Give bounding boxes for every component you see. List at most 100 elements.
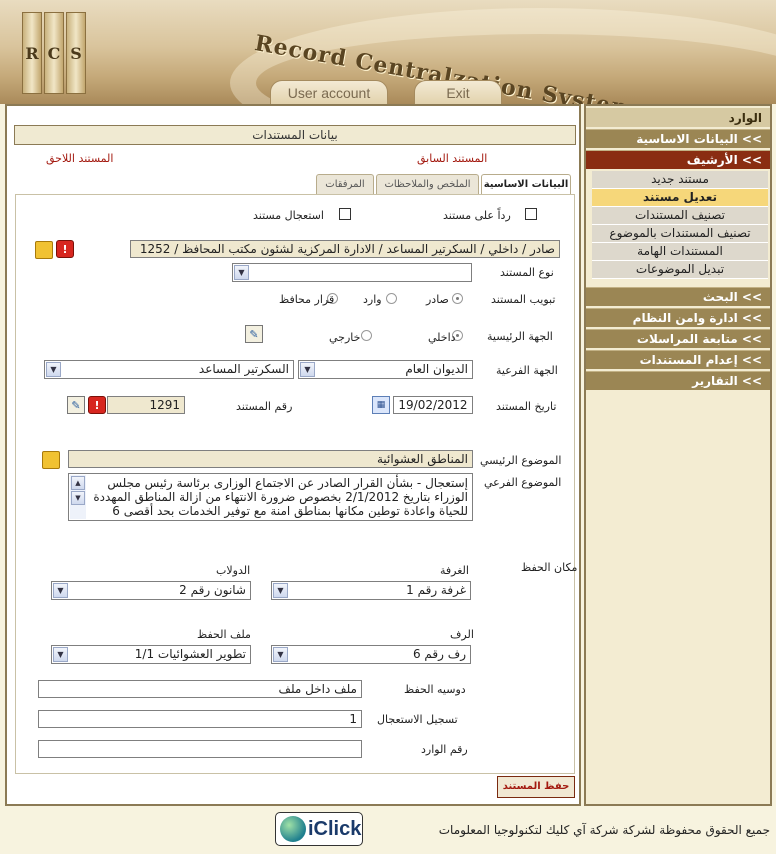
user-account-button[interactable]: User account (270, 80, 388, 104)
doc-type-select[interactable]: ▼ (232, 263, 472, 282)
sidebar-subitem-new-document[interactable]: مستند جديد (592, 171, 768, 189)
shelf-label: الرف (450, 628, 474, 641)
sidebar-item-search[interactable]: >> البحث (586, 287, 770, 306)
radio-outgoing[interactable] (452, 293, 463, 304)
folder-icon[interactable] (35, 241, 53, 259)
sub-entity-label: الجهة الفرعية (496, 364, 558, 377)
sidebar-item-system-admin[interactable]: >> ادارة وامن النظام (586, 308, 770, 327)
sub-subject-textarea[interactable]: إستعجال - بشأن القرار الصادر عن الاجتماع… (68, 473, 473, 521)
folder-desc-label: دوسيه الحفظ (404, 683, 466, 696)
storage-place-label: مكان الحفظ (521, 561, 578, 574)
alert-icon[interactable]: ! (88, 396, 106, 414)
sub-subject-line: الوزراء بتاريخ 2/1/2012 بخصوص ضرورة الان… (93, 490, 468, 504)
sidebar-item-inbox[interactable]: الوارد (586, 108, 770, 127)
chevron-down-icon[interactable]: ▼ (234, 265, 249, 280)
sidebar-item-basic-data[interactable]: >> البيانات الاساسية (586, 129, 770, 148)
logo-letter: R (22, 12, 42, 94)
sidebar-subitem-classify-by-subject[interactable]: تصنيف المستندات بالموضوع (592, 225, 768, 243)
radio-governor-decision-label: قرار محافظ (279, 293, 335, 306)
doc-date-input[interactable]: 19/02/2012 (393, 396, 473, 414)
scroll-up-icon[interactable]: ▲ (71, 476, 85, 490)
chevron-down-icon[interactable]: ▼ (53, 583, 68, 598)
sidebar-item-correspondence[interactable]: >> متابعة المراسلات (586, 329, 770, 348)
calendar-icon[interactable]: ▦ (372, 396, 390, 414)
sub-entity-2-value: السكرتير المساعد (198, 362, 289, 376)
sub-subject-label: الموضوع الفرعي (484, 476, 562, 489)
doc-number-label: رقم المستند (236, 400, 293, 413)
sub-subject-line: للحياة واعادة توطين مكانها بمناطق امنة م… (112, 504, 468, 518)
edit-icon[interactable]: ✎ (67, 396, 85, 414)
doc-number-field: 1291 (107, 396, 185, 414)
scroll-down-icon[interactable]: ▼ (71, 491, 85, 505)
reply-label: رداً على مستند (443, 209, 511, 222)
logo-text: iClick (308, 817, 362, 840)
sidebar-subitem-swap-subjects[interactable]: تبديل الموضوعات (592, 261, 768, 279)
room-value: غرفة رقم 1 (406, 583, 466, 597)
cabinet-value: شانون رقم 2 (179, 583, 246, 597)
radio-external-label: خارجي (329, 331, 361, 344)
save-document-button[interactable]: حفظ المستند (497, 776, 575, 798)
logo-letter: C (44, 12, 64, 94)
folder-icon[interactable] (42, 451, 60, 469)
reply-checkbox[interactable] (525, 208, 537, 220)
chevron-down-icon[interactable]: ▼ (273, 583, 288, 598)
urgent-label: استعجال مستند (253, 209, 324, 222)
doc-type-label: نوع المستند (500, 266, 554, 279)
copyright-text: جميع الحقوق محفوظة لشركة شركة آي كليك لت… (438, 823, 770, 837)
cabinet-select[interactable]: شانون رقم 2 ▼ (51, 581, 251, 600)
textarea-scrollbar[interactable]: ▲ ▼ (70, 475, 86, 519)
tab-basic-data[interactable]: البيانات الاساسية (481, 174, 571, 195)
page-title: بيانات المستندات (14, 125, 576, 145)
radio-internal-label: داخلي (428, 331, 456, 344)
sidebar-subitem-important-documents[interactable]: المستندات الهامة (592, 243, 768, 261)
shelf-value: رف رقم 6 (412, 647, 466, 661)
document-path-field: صادر / داخلي / السكرتير المساعد / الادار… (130, 240, 560, 258)
sidebar-subitem-classify-documents[interactable]: تصنيف المستندات (592, 207, 768, 225)
main-subject-label: الموضوع الرئيسي (480, 454, 562, 467)
prev-document-link[interactable]: المستند السابق (417, 152, 487, 165)
radio-incoming[interactable] (386, 293, 397, 304)
shelf-select[interactable]: رف رقم 6 ▼ (271, 645, 471, 664)
sub-entity-select-1[interactable]: الديوان العام ▼ (298, 360, 473, 379)
edit-icon[interactable]: ✎ (245, 325, 263, 343)
tab-attachments[interactable]: المرفقات (316, 174, 374, 194)
chevron-down-icon[interactable]: ▼ (273, 647, 288, 662)
chevron-down-icon[interactable]: ▼ (300, 362, 315, 377)
room-label: الغرفة (440, 564, 469, 577)
sidebar-item-reports[interactable]: >> التقارير (586, 371, 770, 390)
radio-external[interactable] (361, 330, 372, 341)
sub-entity-1-value: الديوان العام (405, 362, 468, 376)
iclick-logo: iClick (275, 812, 363, 846)
rcs-logo: R C S (22, 12, 90, 94)
alert-icon[interactable]: ! (56, 240, 74, 258)
chevron-down-icon[interactable]: ▼ (46, 362, 61, 377)
radio-incoming-label: وارد (363, 293, 382, 306)
exit-button[interactable]: Exit (414, 80, 502, 104)
classification-label: تبويب المستند (491, 293, 556, 306)
room-select[interactable]: غرفة رقم 1 ▼ (271, 581, 471, 600)
sidebar-subitem-edit-document[interactable]: تعديل مستند (592, 189, 768, 207)
sidebar-item-archive[interactable]: >> الأرشيف (586, 150, 770, 169)
urgent-checkbox[interactable] (339, 208, 351, 220)
sidebar-item-destroy-documents[interactable]: >> إعدام المستندات (586, 350, 770, 369)
folder-desc-input[interactable]: ملف داخل ملف (38, 680, 362, 698)
sidebar: الوارد >> البيانات الاساسية >> الأرشيف م… (584, 104, 772, 806)
globe-icon (280, 816, 306, 842)
chevron-down-icon[interactable]: ▼ (53, 647, 68, 662)
urgency-reg-label: تسجيل الاستعجال (377, 713, 458, 726)
sub-subject-line: إستعجال - بشأن القرار الصادر عن الاجتماع… (107, 476, 468, 490)
cabinet-label: الدولاب (216, 564, 251, 577)
file-select[interactable]: تطوير العشوائيات 1/1 ▼ (51, 645, 251, 664)
file-label: ملف الحفظ (197, 628, 251, 641)
main-subject-field: المناطق العشوائية (68, 450, 473, 468)
radio-outgoing-label: صادر (426, 293, 449, 306)
file-value: تطوير العشوائيات 1/1 (134, 647, 246, 661)
incoming-num-input[interactable] (38, 740, 362, 758)
main-entity-label: الجهة الرئيسية (487, 330, 553, 343)
urgency-reg-input[interactable]: 1 (38, 710, 362, 728)
next-document-link[interactable]: المستند اللاحق (46, 152, 113, 165)
tab-summary-notes[interactable]: الملخص والملاحظات (376, 174, 479, 194)
sub-entity-select-2[interactable]: السكرتير المساعد ▼ (44, 360, 294, 379)
logo-letter: S (66, 12, 86, 94)
incoming-num-label: رقم الوارد (421, 743, 468, 756)
